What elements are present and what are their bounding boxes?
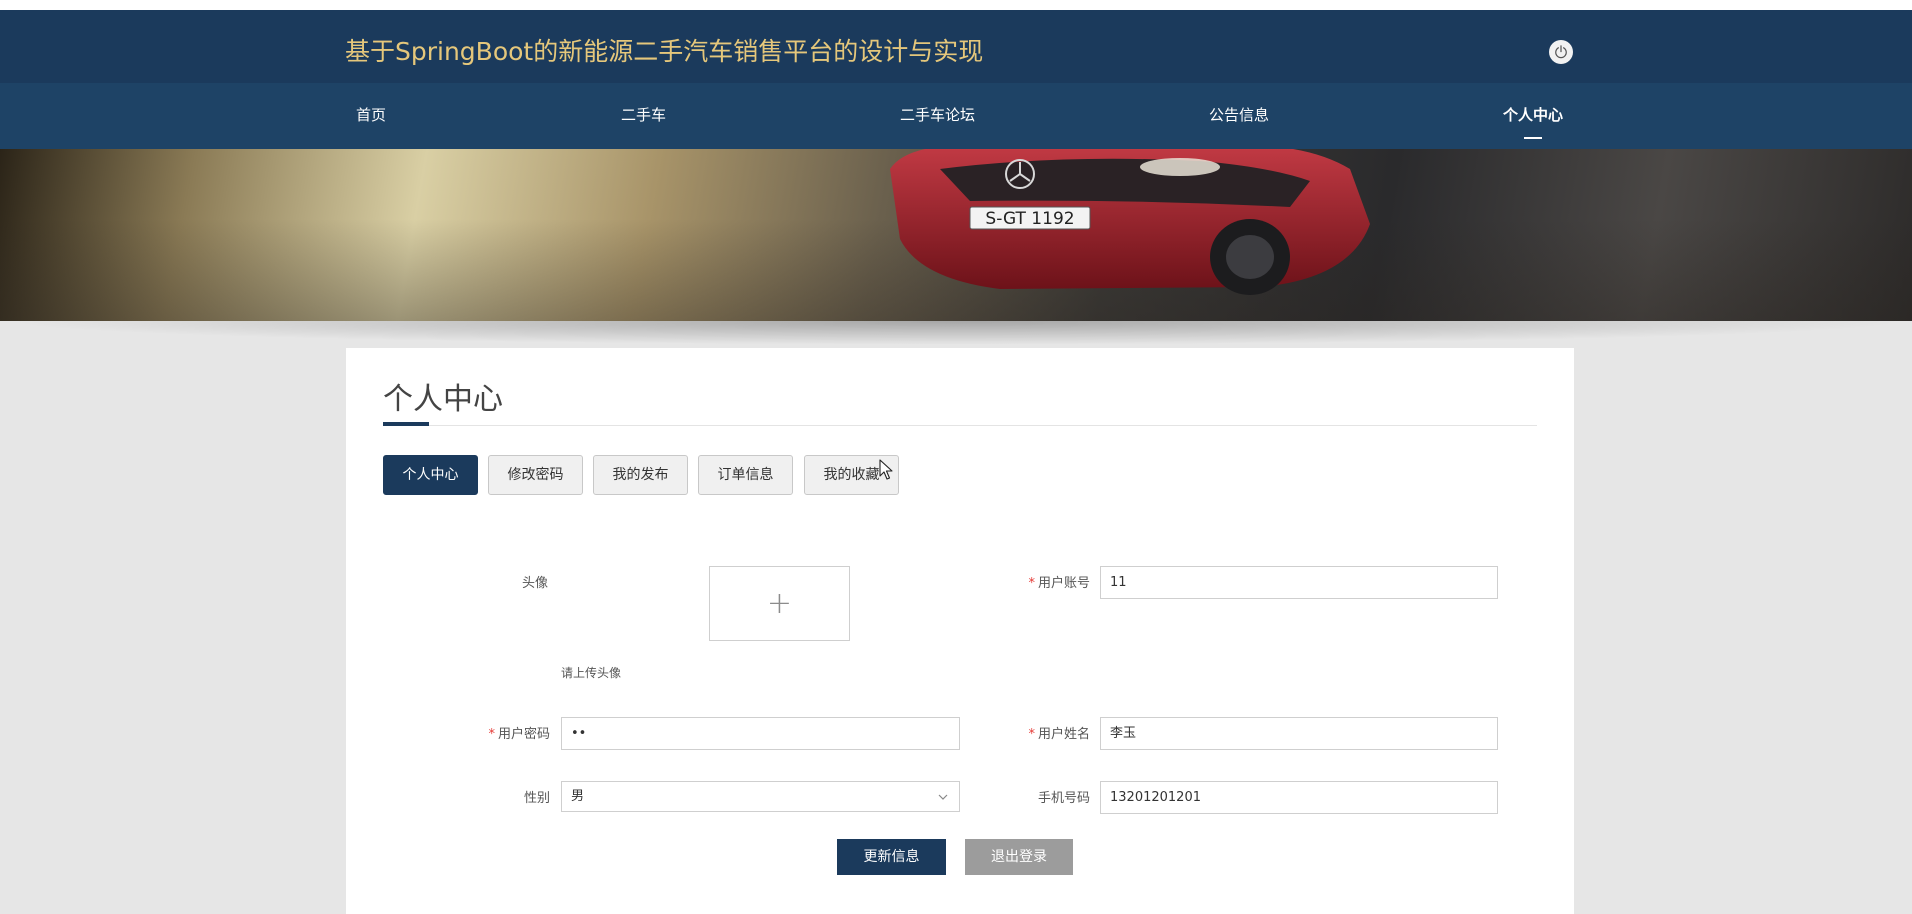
banner-carousel[interactable]: S-GT 1192 [0,149,1912,321]
title-divider [383,425,1537,426]
nav-item-notices[interactable]: 公告信息 [1209,83,1269,149]
tab-personal-center[interactable]: 个人中心 [383,455,478,495]
nav-active-indicator [1524,137,1542,139]
nav-item-personal-center-label: 个人中心 [1503,106,1564,124]
tab-change-password[interactable]: 修改密码 [488,455,583,495]
site-title: 基于SpringBoot的新能源二手汽车销售平台的设计与实现 [345,37,984,66]
password-field[interactable]: •• [561,717,960,750]
logout-button[interactable]: 退出登录 [965,839,1073,875]
power-icon-glyph [1555,45,1567,59]
main-nav: 首页 二手车 二手车论坛 公告信息 个人中心 [0,83,1912,149]
account-label-text: 用户账号 [1037,576,1090,591]
license-plate: S-GT 1192 [985,209,1074,229]
nav-item-home[interactable]: 首页 [356,83,386,149]
required-mark: * [1028,727,1035,742]
tab-orders[interactable]: 订单信息 [698,455,793,495]
chevron-down-icon [938,794,948,800]
phone-label-text: 手机号码 [1037,791,1090,806]
mouse-cursor-icon [879,459,893,480]
nav-item-personal-center[interactable]: 个人中心 [1503,83,1563,149]
phone-field[interactable]: 13201201201 [1100,781,1498,814]
name-label: * 用户姓名 [986,723,1090,742]
phone-label: 手机号码 [986,787,1090,806]
required-mark: * [488,727,495,742]
site-header: 基于SpringBoot的新能源二手汽车销售平台的设计与实现 [0,10,1912,83]
update-info-button[interactable]: 更新信息 [837,839,946,875]
name-field[interactable]: 李玉 [1100,717,1498,750]
account-field[interactable]: 11 [1100,566,1498,599]
plus-icon: + [766,585,793,621]
title-accent [383,422,429,426]
gender-label: 性别 [446,787,550,806]
avatar-label-text: 头像 [521,576,548,591]
tab-my-posts[interactable]: 我的发布 [593,455,688,495]
banner-shadow [0,321,1912,345]
page-title: 个人中心 [383,382,503,417]
car-image: S-GT 1192 [890,149,1370,295]
top-strip [0,0,1912,10]
power-icon[interactable] [1549,40,1573,64]
gender-select-value: 男 [571,789,585,804]
name-label-text: 用户姓名 [1037,727,1090,742]
account-label: * 用户账号 [986,572,1090,591]
gender-select[interactable]: 男 [561,781,960,812]
personal-center-panel: 个人中心 个人中心 修改密码 我的发布 订单信息 我的收藏 头像 + 请上传头像… [346,348,1574,914]
avatar-upload[interactable]: + [709,566,850,641]
gender-label-text: 性别 [523,791,550,806]
password-label: * 用户密码 [446,723,550,742]
nav-item-used-cars[interactable]: 二手车 [621,83,666,149]
nav-item-forum[interactable]: 二手车论坛 [900,83,975,149]
required-mark: * [1028,576,1035,591]
password-label-text: 用户密码 [497,727,550,742]
avatar-hint: 请上传头像 [561,666,622,680]
avatar-label: 头像 [482,572,548,591]
